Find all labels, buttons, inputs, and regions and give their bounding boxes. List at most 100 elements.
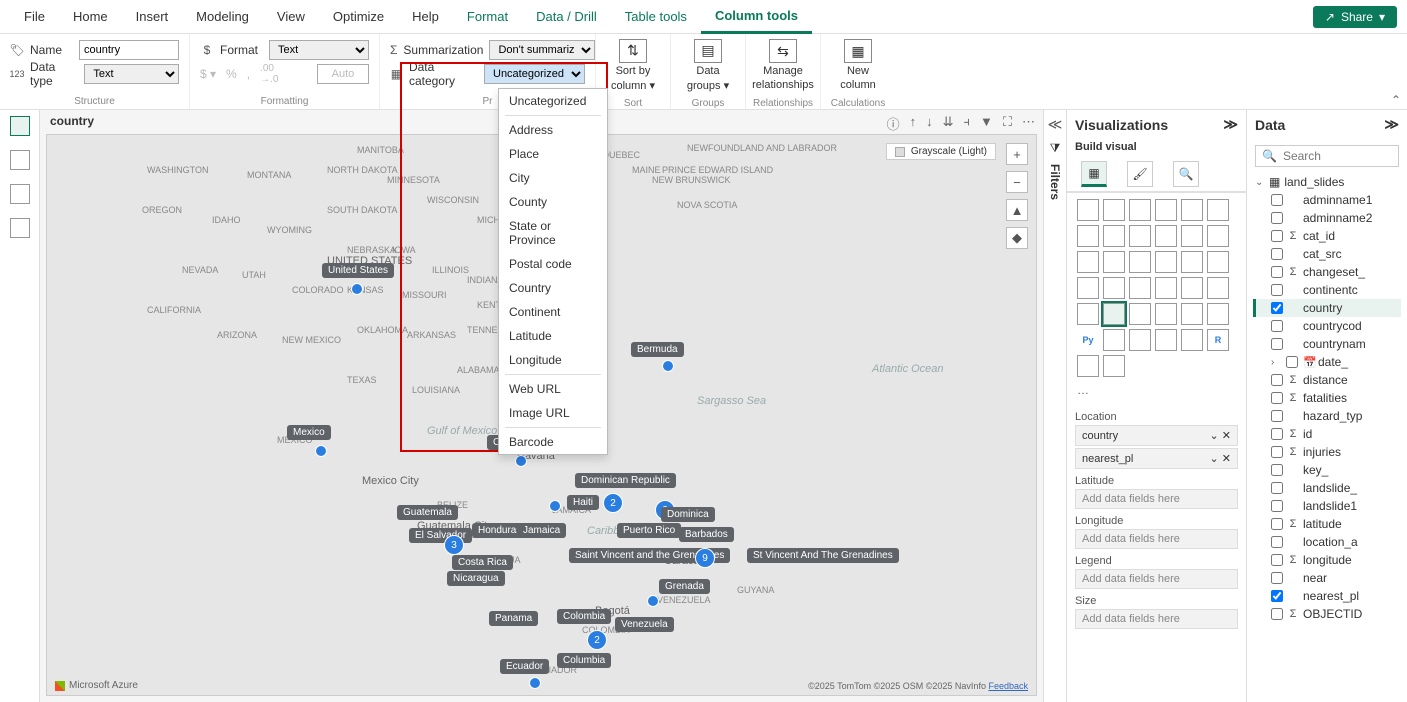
field-continentc[interactable]: continentc bbox=[1253, 281, 1401, 299]
well-placeholder-size[interactable]: Add data fields here bbox=[1075, 609, 1238, 629]
viz-type-29[interactable] bbox=[1207, 303, 1229, 325]
data-category-option[interactable]: Longitude bbox=[499, 348, 607, 372]
data-category-option[interactable]: Postal code bbox=[499, 252, 607, 276]
field-cat_id[interactable]: Σcat_id bbox=[1253, 227, 1401, 245]
field-checkbox[interactable] bbox=[1271, 446, 1283, 458]
field-checkbox[interactable] bbox=[1271, 500, 1283, 512]
expand-pane-button[interactable]: ≫ bbox=[1223, 116, 1238, 133]
viz-type-4[interactable] bbox=[1181, 199, 1203, 221]
data-point-label[interactable]: United States bbox=[322, 263, 394, 278]
data-groups-button[interactable]: ▤ Data groups ▾ bbox=[675, 34, 741, 96]
new-column-button[interactable]: ▦ New column bbox=[825, 34, 891, 96]
currency-button[interactable]: $ ▾ bbox=[200, 67, 216, 81]
field-latitude[interactable]: Σlatitude bbox=[1253, 515, 1401, 533]
format-tab[interactable]: 🖌 bbox=[1127, 161, 1153, 187]
field-location_a[interactable]: location_a bbox=[1253, 533, 1401, 551]
viz-type-28[interactable] bbox=[1181, 303, 1203, 325]
field-adminname1[interactable]: adminname1 bbox=[1253, 191, 1401, 209]
viz-type-19[interactable] bbox=[1103, 277, 1125, 299]
data-point-label[interactable]: Jamaica bbox=[517, 523, 566, 538]
data-point-bubble[interactable] bbox=[549, 500, 561, 512]
tab-column-tools[interactable]: Column tools bbox=[701, 0, 812, 34]
tab-optimize[interactable]: Optimize bbox=[319, 1, 398, 32]
field-checkbox[interactable] bbox=[1271, 572, 1283, 584]
field-checkbox[interactable] bbox=[1286, 356, 1298, 368]
sort-by-column-button[interactable]: ⇅ Sort by column ▾ bbox=[600, 34, 666, 96]
viz-type-37[interactable] bbox=[1103, 355, 1125, 377]
tab-view[interactable]: View bbox=[263, 1, 319, 32]
viz-type-6[interactable] bbox=[1077, 225, 1099, 247]
field-checkbox[interactable] bbox=[1271, 410, 1283, 422]
viz-type-15[interactable] bbox=[1155, 251, 1177, 273]
filter-button[interactable]: ▼ bbox=[980, 114, 993, 133]
viz-type-33[interactable] bbox=[1155, 329, 1177, 351]
data-point-label[interactable]: Panama bbox=[489, 611, 538, 626]
field-nearest_pl[interactable]: nearest_pl bbox=[1253, 587, 1401, 605]
data-point-label[interactable]: Colombia bbox=[557, 609, 611, 624]
field-checkbox[interactable] bbox=[1271, 482, 1283, 494]
viz-type-14[interactable] bbox=[1129, 251, 1151, 273]
viz-type-17[interactable] bbox=[1207, 251, 1229, 273]
field-checkbox[interactable] bbox=[1271, 590, 1283, 602]
expand-all-button[interactable]: ⫞ bbox=[964, 114, 971, 133]
viz-type-30[interactable]: Py bbox=[1077, 329, 1099, 351]
viz-type-0[interactable] bbox=[1077, 199, 1099, 221]
data-category-option[interactable]: Image URL bbox=[499, 401, 607, 425]
collapse-ribbon-button[interactable]: ⌃ bbox=[1391, 93, 1401, 107]
field-fatalities[interactable]: Σfatalities bbox=[1253, 389, 1401, 407]
field-checkbox[interactable] bbox=[1271, 608, 1283, 620]
table-node[interactable]: ⌄▦land_slides bbox=[1253, 173, 1401, 191]
viz-type-23[interactable] bbox=[1207, 277, 1229, 299]
well-field-location[interactable]: country⌄ ✕ bbox=[1075, 425, 1238, 446]
tab-table-tools[interactable]: Table tools bbox=[611, 1, 701, 32]
field-injuries[interactable]: Σinjuries bbox=[1253, 443, 1401, 461]
data-point-label[interactable]: Dominican Republic bbox=[575, 473, 676, 488]
column-name-input[interactable] bbox=[79, 40, 179, 60]
viz-type-16[interactable] bbox=[1181, 251, 1203, 273]
viz-type-10[interactable] bbox=[1181, 225, 1203, 247]
data-view-button[interactable] bbox=[10, 150, 30, 170]
focus-button[interactable]: ⛶ bbox=[1003, 114, 1012, 133]
data-point-bubble[interactable] bbox=[647, 595, 659, 607]
data-category-option[interactable]: Uncategorized bbox=[499, 89, 607, 113]
data-category-option[interactable]: Latitude bbox=[499, 324, 607, 348]
field-checkbox[interactable] bbox=[1271, 428, 1283, 440]
viz-type-32[interactable] bbox=[1129, 329, 1151, 351]
data-category-option[interactable]: County bbox=[499, 190, 607, 214]
feedback-link[interactable]: Feedback bbox=[988, 681, 1028, 691]
data-search-input[interactable]: 🔍 Search bbox=[1255, 145, 1399, 167]
map-pitch-button[interactable]: ◆ bbox=[1006, 227, 1028, 249]
field-hazard_typ[interactable]: hazard_typ bbox=[1253, 407, 1401, 425]
thousands-button[interactable]: , bbox=[247, 67, 250, 81]
viz-type-22[interactable] bbox=[1181, 277, 1203, 299]
data-category-select[interactable]: Uncategorized bbox=[484, 64, 585, 84]
field-country[interactable]: country bbox=[1253, 299, 1401, 317]
data-point-label[interactable]: Nicaragua bbox=[447, 571, 505, 586]
field-id[interactable]: Σid bbox=[1253, 425, 1401, 443]
field-adminname2[interactable]: adminname2 bbox=[1253, 209, 1401, 227]
data-category-option[interactable]: Address bbox=[499, 118, 607, 142]
percent-button[interactable]: % bbox=[226, 67, 237, 81]
more-visuals-button[interactable]: … bbox=[1067, 383, 1246, 401]
data-point-bubble[interactable] bbox=[662, 360, 674, 372]
viz-type-31[interactable] bbox=[1103, 329, 1125, 351]
well-field-location[interactable]: nearest_pl⌄ ✕ bbox=[1075, 448, 1238, 469]
data-category-option[interactable]: State or Province bbox=[499, 214, 607, 252]
field-landslide_[interactable]: landslide_ bbox=[1253, 479, 1401, 497]
viz-type-27[interactable] bbox=[1155, 303, 1177, 325]
data-point-label[interactable]: St Vincent And The Grenadines bbox=[747, 548, 899, 563]
data-point-label[interactable]: Haiti bbox=[567, 495, 599, 510]
viz-type-11[interactable] bbox=[1207, 225, 1229, 247]
format-select[interactable]: Text bbox=[269, 40, 369, 60]
field-longitude[interactable]: Σlongitude bbox=[1253, 551, 1401, 569]
data-point-label[interactable]: Bermuda bbox=[631, 342, 684, 357]
data-point-bubble[interactable] bbox=[351, 283, 363, 295]
field-checkbox[interactable] bbox=[1271, 518, 1283, 530]
viz-type-2[interactable] bbox=[1129, 199, 1151, 221]
data-category-option[interactable]: Continent bbox=[499, 300, 607, 324]
field-landslide1[interactable]: landslide1 bbox=[1253, 497, 1401, 515]
data-point-bubble[interactable] bbox=[515, 455, 527, 467]
data-point-bubble[interactable]: 2 bbox=[587, 630, 607, 650]
zoom-in-button[interactable]: + bbox=[1006, 143, 1028, 165]
viz-type-18[interactable] bbox=[1077, 277, 1099, 299]
